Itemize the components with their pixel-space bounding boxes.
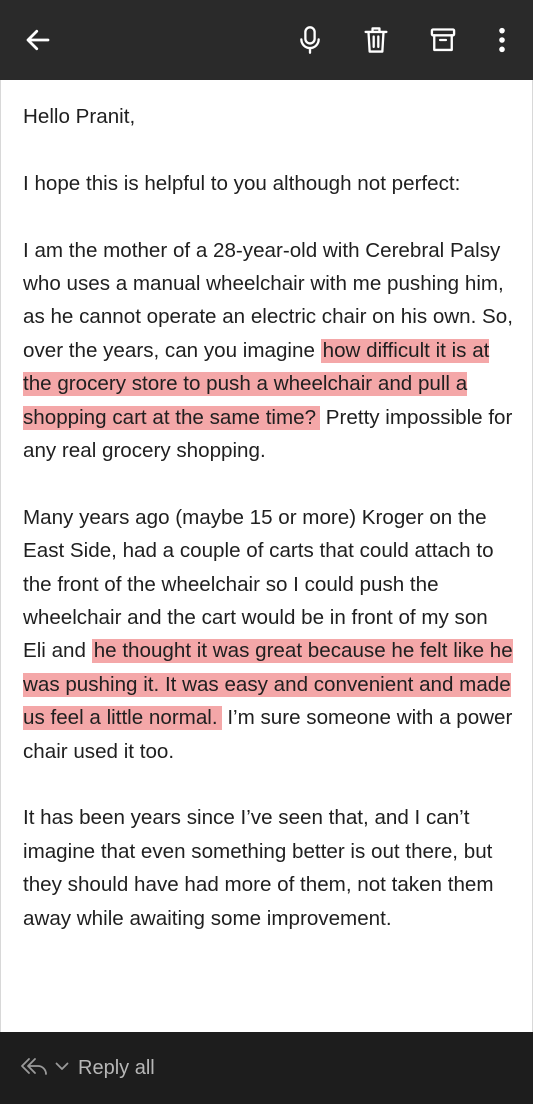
more-options-button[interactable]	[482, 20, 522, 60]
top-toolbar	[0, 0, 533, 80]
dictate-button[interactable]	[290, 20, 330, 60]
delete-button[interactable]	[356, 20, 396, 60]
reply-all-icon	[20, 1055, 50, 1082]
email-body[interactable]: Hello Pranit, I hope this is helpful to …	[0, 80, 533, 1032]
trash-icon	[362, 25, 390, 55]
back-arrow-icon	[23, 25, 53, 55]
more-vertical-icon	[496, 26, 508, 54]
email-paragraph-2: I am the mother of a 28-year-old with Ce…	[23, 234, 514, 468]
email-greeting: Hello Pranit,	[23, 105, 136, 128]
chevron-down-icon[interactable]	[54, 1058, 70, 1079]
email-paragraph-4: It has been years since I’ve seen that, …	[23, 806, 494, 930]
email-paragraph-3: Many years ago (maybe 15 or more) Kroger…	[23, 501, 514, 768]
back-button[interactable]	[18, 20, 58, 60]
archive-button[interactable]	[423, 20, 463, 60]
reply-all-label: Reply all	[78, 1056, 155, 1079]
email-paragraph-1: I hope this is helpful to you although n…	[23, 171, 461, 195]
archive-icon	[429, 26, 457, 54]
microphone-icon	[296, 25, 324, 55]
bottom-action-bar: Reply all	[0, 1032, 533, 1104]
reply-all-button[interactable]: Reply all	[20, 1055, 155, 1082]
